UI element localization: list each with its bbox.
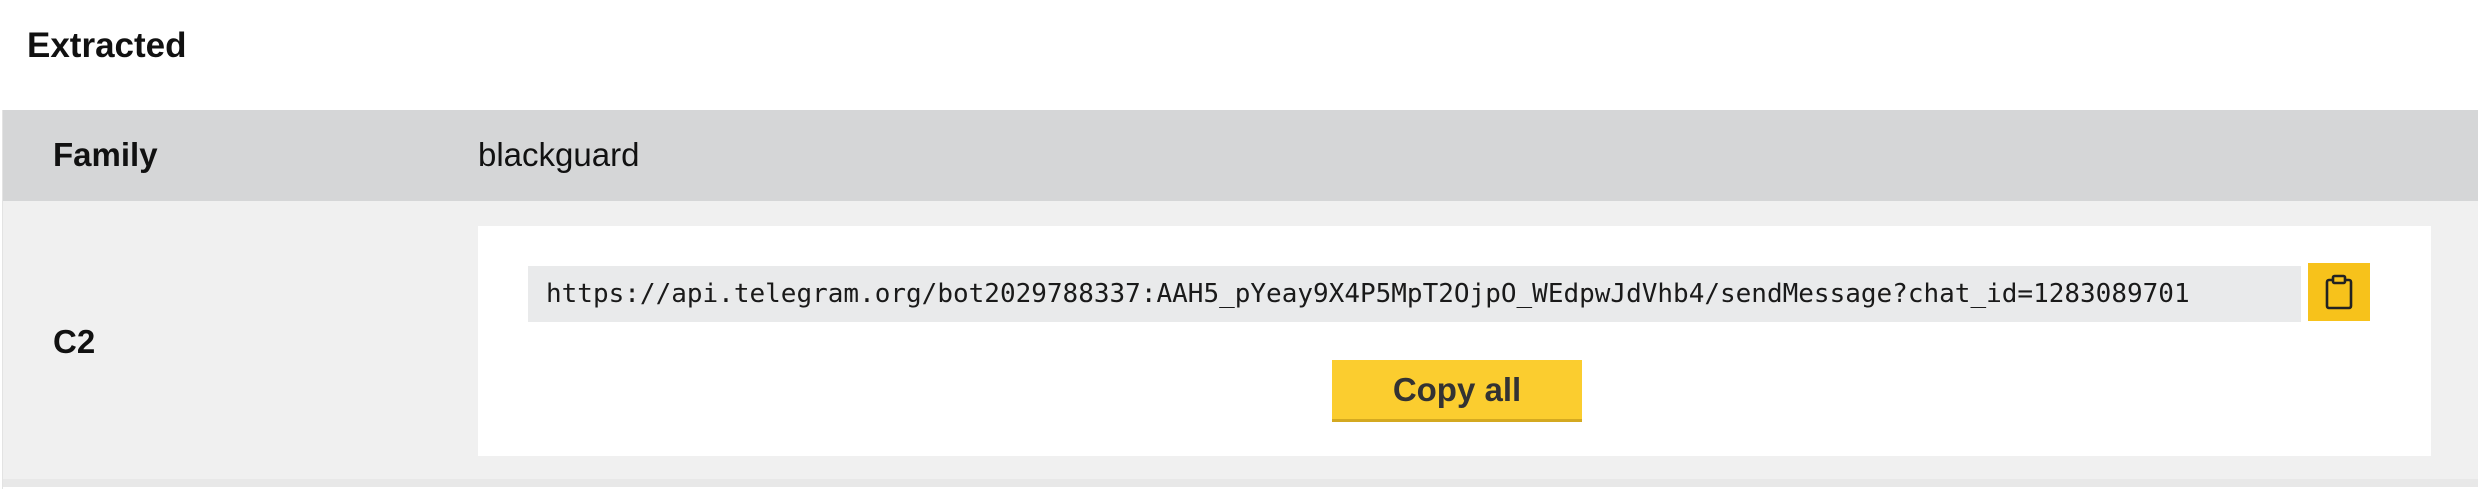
- clipboard-icon: [2325, 274, 2353, 310]
- family-key: Family: [53, 136, 158, 173]
- table-row-c2: C2 https://api.telegram.org/bot202978833…: [3, 201, 2478, 479]
- copy-url-button[interactable]: [2308, 263, 2370, 321]
- extracted-panel: Extracted Family blackguard C2 https://a…: [0, 0, 2478, 489]
- table-row-family: Family blackguard: [3, 110, 2478, 201]
- c2-key: C2: [53, 323, 96, 360]
- c2-values-card: https://api.telegram.org/bot2029788337:A…: [478, 226, 2431, 456]
- table-bottom-divider: [3, 479, 2478, 487]
- family-value: blackguard: [478, 136, 640, 173]
- section-title: Extracted: [27, 26, 187, 65]
- c2-url-text[interactable]: https://api.telegram.org/bot2029788337:A…: [546, 266, 2190, 322]
- c2-url-box[interactable]: https://api.telegram.org/bot2029788337:A…: [528, 266, 2301, 322]
- extracted-table: Family blackguard C2 https://api.telegra…: [2, 110, 2478, 489]
- copy-all-button[interactable]: Copy all: [1332, 360, 1582, 422]
